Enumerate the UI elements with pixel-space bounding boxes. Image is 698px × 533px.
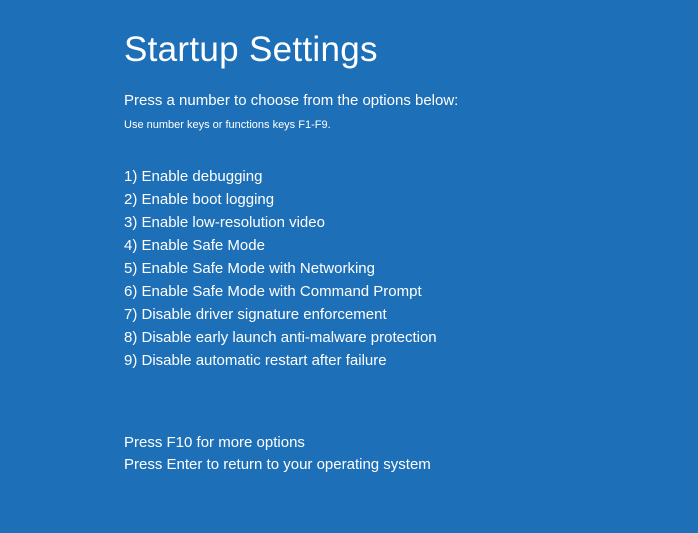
option-2-boot-logging[interactable]: 2) Enable boot logging bbox=[124, 188, 698, 211]
option-1-debugging[interactable]: 1) Enable debugging bbox=[124, 165, 698, 188]
footer-return[interactable]: Press Enter to return to your operating … bbox=[124, 454, 698, 476]
footer-more-options[interactable]: Press F10 for more options bbox=[124, 432, 698, 454]
option-8-disable-anti-malware[interactable]: 8) Disable early launch anti-malware pro… bbox=[124, 326, 698, 349]
page-title: Startup Settings bbox=[124, 30, 698, 70]
option-3-low-resolution[interactable]: 3) Enable low-resolution video bbox=[124, 211, 698, 234]
sub-instruction-text: Use number keys or functions keys F1-F9. bbox=[124, 119, 698, 131]
instruction-text: Press a number to choose from the option… bbox=[124, 92, 698, 109]
option-5-safe-mode-networking[interactable]: 5) Enable Safe Mode with Networking bbox=[124, 257, 698, 280]
option-6-safe-mode-command[interactable]: 6) Enable Safe Mode with Command Prompt bbox=[124, 280, 698, 303]
option-7-disable-driver-sig[interactable]: 7) Disable driver signature enforcement bbox=[124, 303, 698, 326]
option-4-safe-mode[interactable]: 4) Enable Safe Mode bbox=[124, 234, 698, 257]
option-9-disable-auto-restart[interactable]: 9) Disable automatic restart after failu… bbox=[124, 349, 698, 372]
startup-settings-screen: Startup Settings Press a number to choos… bbox=[0, 0, 698, 476]
options-list: 1) Enable debugging 2) Enable boot loggi… bbox=[124, 165, 698, 372]
